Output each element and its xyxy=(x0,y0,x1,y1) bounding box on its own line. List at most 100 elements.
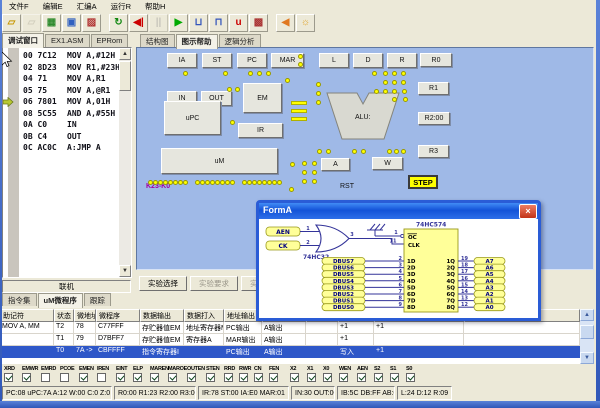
scroll-down-icon[interactable]: ▼ xyxy=(119,265,131,277)
code-instruction: OUT xyxy=(67,132,81,141)
code-line[interactable]: 0B C4OUT xyxy=(23,132,119,144)
code-line[interactable]: 0C AC0CA:JMP A xyxy=(23,143,119,155)
code-line[interactable]: 0A C0IN xyxy=(23,120,119,132)
signal-checkbox[interactable] xyxy=(290,373,299,382)
menu-item-2[interactable]: 汇编A xyxy=(70,0,104,13)
signal-checkbox[interactable] xyxy=(22,373,31,382)
tab-逻辑分析[interactable]: 逻辑分析 xyxy=(219,34,261,47)
assemble-button[interactable]: ▦ xyxy=(42,14,61,32)
signal-checkbox[interactable] xyxy=(224,373,233,382)
code-line[interactable]: 06 7801MOV A,01H xyxy=(23,97,119,109)
reset-button[interactable]: ◀| xyxy=(129,14,148,32)
scroll-down-icon[interactable]: ▼ xyxy=(580,352,594,364)
signal-checkbox[interactable] xyxy=(168,373,177,382)
q-output-label: 5Q xyxy=(446,285,455,291)
code-line[interactable]: 05 75MOV A,@R1 xyxy=(23,86,119,98)
code-instruction: MOV A,R1 xyxy=(67,74,106,83)
signal-checkbox[interactable] xyxy=(41,373,50,382)
signal-label: FEN xyxy=(269,366,287,372)
signal-checkbox[interactable] xyxy=(97,373,106,382)
menu-item-0[interactable]: 文件F xyxy=(2,0,36,13)
menu-item-3[interactable]: 运行R xyxy=(104,0,138,13)
help-lamp-button[interactable]: ☼ xyxy=(296,14,315,32)
tab-指令集[interactable]: 指令集 xyxy=(2,293,37,306)
register-box-R1: R1 xyxy=(418,82,449,95)
step-over-button[interactable]: ⊓ xyxy=(209,14,228,32)
code-line[interactable]: 04 71MOV A,R1 xyxy=(23,74,119,86)
table-scrollbar[interactable]: ▲ ▼ xyxy=(580,309,594,364)
run-button[interactable]: ▶ xyxy=(169,14,188,32)
scroll-up-icon[interactable]: ▲ xyxy=(119,48,131,60)
table-row[interactable]: MOV A, MMT278C77FFF存贮器值EM地址寄存器MPC输出A输出+1… xyxy=(0,322,580,334)
signal-checkbox[interactable] xyxy=(323,373,332,382)
table-cell: T0 xyxy=(54,346,74,358)
menu-item-1[interactable]: 编辑E xyxy=(36,0,70,13)
table-row[interactable]: T07A ->CBFFFF指令寄存器IPC输出A输出写入+1 xyxy=(0,346,580,358)
open-button[interactable]: ▱ xyxy=(2,14,21,32)
code-line[interactable]: 08 5C55AND A,#55H xyxy=(23,109,119,121)
signal-checkbox[interactable] xyxy=(150,373,159,382)
signal-checkbox[interactable] xyxy=(374,373,383,382)
code-instruction: AND A,#55H xyxy=(67,109,115,118)
pin-number: 7 xyxy=(399,289,403,295)
step-button[interactable]: STEP xyxy=(408,175,438,189)
online-status-label: 联机 xyxy=(59,282,74,291)
tab-图示帮助[interactable]: 图示帮助 xyxy=(176,34,218,49)
tab-EX1.ASM[interactable]: EX1.ASM xyxy=(45,34,90,47)
download-button[interactable]: ▨ xyxy=(82,14,101,32)
pin-number: 17 xyxy=(461,269,468,275)
tab-结构图[interactable]: 结构图 xyxy=(140,34,175,47)
table-cell xyxy=(374,334,464,346)
close-icon[interactable]: × xyxy=(519,204,537,219)
led-indicator xyxy=(392,80,397,85)
q-output-label: 8Q xyxy=(446,305,455,311)
experiment-button-0[interactable]: 实验选择 xyxy=(139,276,187,291)
back-button[interactable]: ◀ xyxy=(276,14,295,32)
link-button[interactable]: ▣ xyxy=(62,14,81,32)
signal-checkbox[interactable] xyxy=(239,373,248,382)
signal-checkbox[interactable] xyxy=(133,373,142,382)
pin-number: 19 xyxy=(461,256,468,262)
signal-label: STEN xyxy=(206,366,224,372)
table-cell: 78 xyxy=(74,322,96,334)
code-line[interactable]: 02 8D23MOV R1,#23H xyxy=(23,63,119,75)
signal-checkbox[interactable] xyxy=(307,373,316,382)
tab-调试窗口[interactable]: 调试窗口 xyxy=(2,33,44,48)
code-line[interactable]: 00 7C12MOV A,#12H xyxy=(23,51,119,63)
check-icon xyxy=(292,373,299,380)
step-into-button[interactable]: ⊔ xyxy=(189,14,208,32)
signal-checkbox[interactable] xyxy=(339,373,348,382)
code-gutter xyxy=(8,48,19,277)
scroll-thumb[interactable] xyxy=(119,61,131,91)
signal-checkbox[interactable] xyxy=(187,373,196,382)
logic-analyzer-button[interactable]: ▩ xyxy=(249,14,268,32)
code-address: 0C AC0C xyxy=(23,143,67,152)
signal-checkbox[interactable] xyxy=(79,373,88,382)
scroll-up-icon[interactable]: ▲ xyxy=(580,309,594,321)
signal-checkbox[interactable] xyxy=(4,373,13,382)
micro-step-button[interactable]: u xyxy=(229,14,248,32)
refresh-button[interactable]: ↻ xyxy=(109,14,128,32)
led-indicator xyxy=(394,149,399,154)
d-input-label: 4D xyxy=(407,279,416,285)
signal-checkbox[interactable] xyxy=(206,373,215,382)
signal-checkbox[interactable] xyxy=(390,373,399,382)
signal-label: ELP xyxy=(133,366,151,372)
dialog-title: FormA xyxy=(263,205,292,215)
tab-uM微程序[interactable]: uM微程序 xyxy=(38,293,83,308)
table-cell: C77FFF xyxy=(96,322,140,334)
signal-checkbox[interactable] xyxy=(357,373,366,382)
menu-item-4[interactable]: 帮助H xyxy=(138,0,172,13)
table-cell: MOV A, MM xyxy=(0,322,54,334)
signal-checkbox[interactable] xyxy=(269,373,278,382)
signal-checkbox[interactable] xyxy=(406,373,415,382)
table-row[interactable]: T179D7BFF7存贮器值EM寄存器AMAR输出A输出+1 xyxy=(0,334,580,346)
signal-checkbox[interactable] xyxy=(116,373,125,382)
tab-跟踪[interactable]: 跟踪 xyxy=(84,293,111,306)
scroll-thumb[interactable] xyxy=(580,325,594,339)
signal-checkbox[interactable] xyxy=(60,373,69,382)
code-scrollbar[interactable]: ▲ ▼ xyxy=(119,48,131,277)
dialog-title-bar[interactable]: FormA × xyxy=(259,203,538,219)
signal-checkbox[interactable] xyxy=(254,373,263,382)
tab-EPRom[interactable]: EPRom xyxy=(91,34,129,47)
